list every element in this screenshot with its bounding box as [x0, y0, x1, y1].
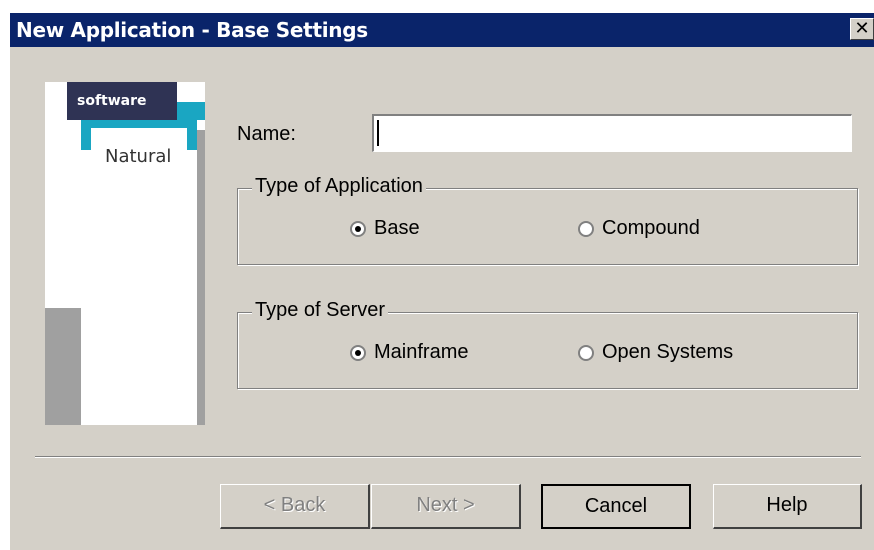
name-input[interactable] [372, 114, 852, 152]
name-label: Name: [237, 123, 296, 145]
title-bar[interactable]: New Application - Base Settings ✕ [10, 13, 874, 47]
footer-separator [35, 456, 861, 458]
application-type-group: Type of Application Base Compound [237, 175, 858, 265]
logo-decoration [45, 308, 81, 425]
close-button[interactable]: ✕ [850, 18, 874, 40]
radio-compound[interactable]: Compound [578, 217, 700, 240]
radio-mainframe[interactable]: Mainframe [350, 341, 468, 364]
window-title: New Application - Base Settings [16, 18, 368, 42]
application-type-legend: Type of Application [252, 175, 426, 198]
help-button[interactable]: Help [713, 484, 862, 529]
radio-unchecked-icon [578, 220, 594, 237]
radio-mainframe-label: Mainframe [374, 341, 469, 363]
server-type-group: Type of Server Mainframe Open Systems [237, 299, 858, 389]
next-button[interactable]: Next > [371, 484, 521, 529]
logo-accent [177, 102, 205, 120]
product-logo-panel: software Natural [45, 82, 205, 425]
close-icon: ✕ [854, 18, 870, 39]
dialog-window: New Application - Base Settings ✕ softwa… [10, 13, 874, 550]
radio-checked-icon [350, 220, 366, 237]
radio-open-systems-label: Open Systems [602, 341, 734, 363]
text-caret [377, 120, 379, 146]
logo-decoration [197, 130, 205, 425]
logo-brand-text: software [77, 93, 147, 109]
radio-checked-icon [350, 344, 366, 361]
logo-product-text: Natural [105, 146, 172, 167]
radio-base[interactable]: Base [350, 217, 420, 240]
radio-base-label: Base [374, 217, 420, 239]
radio-unchecked-icon [578, 344, 594, 361]
radio-compound-label: Compound [602, 217, 700, 239]
back-button[interactable]: < Back [220, 484, 370, 529]
cancel-button[interactable]: Cancel [541, 484, 691, 529]
radio-open-systems[interactable]: Open Systems [578, 341, 733, 364]
server-type-legend: Type of Server [252, 299, 389, 322]
